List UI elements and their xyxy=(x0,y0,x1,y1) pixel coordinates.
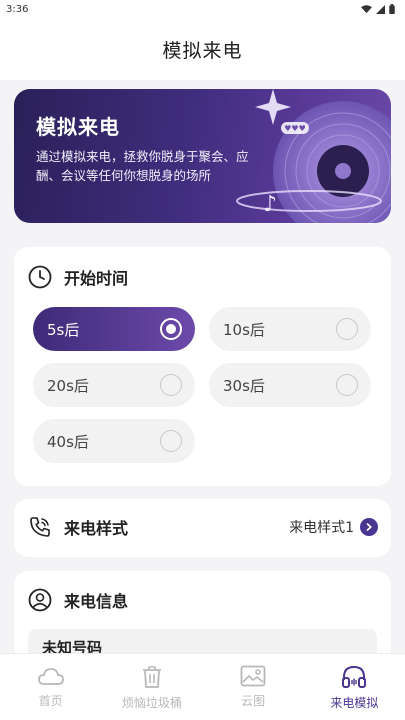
tab-cloud-image[interactable]: 云图 xyxy=(203,654,304,720)
start-time-option[interactable]: 40s后 xyxy=(33,419,195,463)
start-time-card: 开始时间 5s后 10s后 20s后 30s后 40s后 xyxy=(14,247,391,486)
banner-title: 模拟来电 xyxy=(36,115,120,139)
radio-icon xyxy=(336,374,358,396)
start-time-option-label: 5s后 xyxy=(47,320,80,339)
radio-icon xyxy=(160,430,182,452)
trash-icon xyxy=(142,666,161,688)
radio-icon xyxy=(160,374,182,396)
call-style-selector[interactable]: 来电样式1 xyxy=(289,517,378,537)
tab-trash-label: 烦恼垃圾桶 xyxy=(121,696,182,710)
user-icon xyxy=(28,588,52,612)
tab-home-label: 首页 xyxy=(38,694,63,708)
phone-icon xyxy=(30,517,50,537)
status-bar: 3:36 xyxy=(0,0,405,18)
clock-icon xyxy=(28,265,52,289)
start-time-header: 开始时间 xyxy=(28,265,128,289)
call-info-card: 来电信息 未知号码 xyxy=(14,571,391,669)
tab-trash[interactable]: 烦恼垃圾桶 xyxy=(101,654,202,720)
start-time-label: 开始时间 xyxy=(64,269,129,288)
app-header: 模拟来电 xyxy=(0,18,405,80)
start-time-option-label: 40s后 xyxy=(47,432,89,451)
battery-icon xyxy=(389,4,395,14)
call-style-card[interactable]: 来电样式 来电样式1 xyxy=(14,499,391,557)
start-time-option-label: 10s后 xyxy=(223,320,265,339)
call-style-header: 来电样式 xyxy=(28,515,128,539)
signal-icon xyxy=(376,4,385,14)
vinyl-record-illustration: ♥♥♥ ♪ xyxy=(236,89,391,223)
page-title: 模拟来电 xyxy=(162,39,243,62)
tab-call-sim[interactable]: 来电模拟 xyxy=(304,654,405,720)
call-style-label: 来电样式 xyxy=(64,519,129,538)
cloud-icon xyxy=(37,668,64,685)
headphones-icon xyxy=(342,665,367,688)
call-style-value: 来电样式1 xyxy=(289,520,354,536)
start-time-option[interactable]: 20s后 xyxy=(33,363,195,407)
start-time-option[interactable]: 5s后 xyxy=(33,307,195,351)
call-info-label: 来电信息 xyxy=(64,592,129,611)
status-time: 3:36 xyxy=(6,3,29,15)
radio-icon xyxy=(160,318,182,340)
image-icon xyxy=(240,665,266,687)
radio-icon xyxy=(336,318,358,340)
tab-home[interactable]: 首页 xyxy=(0,654,101,720)
svg-text:♪: ♪ xyxy=(263,192,277,217)
start-time-option-label: 20s后 xyxy=(47,376,89,395)
banner-bubble-text: ♥♥♥ xyxy=(284,124,306,133)
start-time-option[interactable]: 10s后 xyxy=(209,307,371,351)
tab-cloud-image-label: 云图 xyxy=(241,694,266,708)
tab-call-sim-label: 来电模拟 xyxy=(330,696,379,710)
call-info-header: 来电信息 xyxy=(28,588,128,612)
bottom-tab-bar: 首页 烦恼垃圾桶 云图 来电模拟 xyxy=(0,653,405,720)
start-time-option[interactable]: 30s后 xyxy=(209,363,371,407)
status-icons xyxy=(361,4,395,14)
start-time-option-label: 30s后 xyxy=(223,376,265,395)
wifi-icon xyxy=(361,4,372,13)
promo-banner: 模拟来电 通过模拟来电，拯救你脱身于聚会、应酬、会议等任何你想脱身的场所 ♥♥♥… xyxy=(14,89,391,223)
chevron-right-icon xyxy=(360,518,378,536)
